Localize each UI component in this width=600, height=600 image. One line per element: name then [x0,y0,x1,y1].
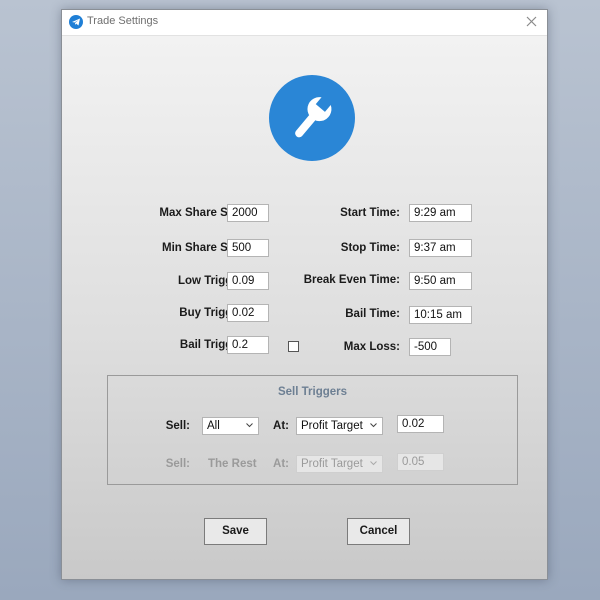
break-even-time-label: Break Even Time: [303,274,400,286]
close-button[interactable] [517,10,547,35]
min-share-size-input[interactable]: 500 [227,239,269,257]
max-share-size-label: Max Share Size: [159,207,247,219]
trade-settings-window: Trade Settings Max Share Size: 2000 Min … [61,9,548,580]
buy-trigger-input[interactable]: 0.02 [227,304,269,322]
wrench-icon [295,97,332,138]
chevron-down-icon [246,423,253,428]
low-trigger-input[interactable]: 0.09 [227,272,269,290]
stop-time-input[interactable]: 9:37 am [409,239,472,257]
sell-amount-input[interactable]: 0.02 [397,415,444,433]
at-target-select[interactable]: Profit Target [296,417,383,435]
save-button[interactable]: Save [204,518,267,545]
cancel-button[interactable]: Cancel [347,518,410,545]
bail-time-input[interactable]: 10:15 am [409,306,472,324]
at-rest-target-select: Profit Target [296,455,383,473]
low-trigger-label: Low Trigger: [178,275,247,287]
start-time-label: Start Time: [340,207,400,219]
max-loss-input[interactable]: -500 [409,338,451,356]
max-loss-label: Max Loss: [343,341,400,353]
bail-trigger-label: Bail Trigger: [179,339,247,351]
break-even-time-input[interactable]: 9:50 am [409,272,472,290]
sell-quantity-select[interactable]: All [202,417,259,435]
at-target-value: Profit Target [301,420,363,432]
settings-panel: Max Share Size: 2000 Min Share Size: 500… [62,36,547,579]
chevron-down-icon [370,423,377,428]
at-rest-label: At: [273,458,289,470]
max-share-size-input[interactable]: 2000 [227,204,269,222]
window-title: Trade Settings [87,15,159,27]
sell-rest-label: Sell: [165,458,190,470]
bail-time-label: Bail Time: [345,308,400,320]
sell-rest-amount-input: 0.05 [397,453,444,471]
close-icon [526,16,537,27]
min-share-size-label: Min Share Size: [162,242,247,254]
title-bar: Trade Settings [62,10,547,36]
sell-label: Sell: [165,420,190,432]
stop-time-label: Stop Time: [340,242,400,254]
at-label: At: [273,420,289,432]
sell-quantity-value: All [207,420,220,432]
buy-trigger-label: Buy Trigger: [179,307,247,319]
bail-trigger-input[interactable]: 0.2 [227,336,269,354]
chevron-down-icon [370,461,377,466]
wrench-logo [269,75,355,161]
sell-rest-value: The Rest [208,458,257,470]
sell-triggers-title: Sell Triggers [277,386,348,398]
telegram-plane-icon [69,15,83,29]
start-time-input[interactable]: 9:29 am [409,204,472,222]
at-rest-target-value: Profit Target [301,458,363,470]
